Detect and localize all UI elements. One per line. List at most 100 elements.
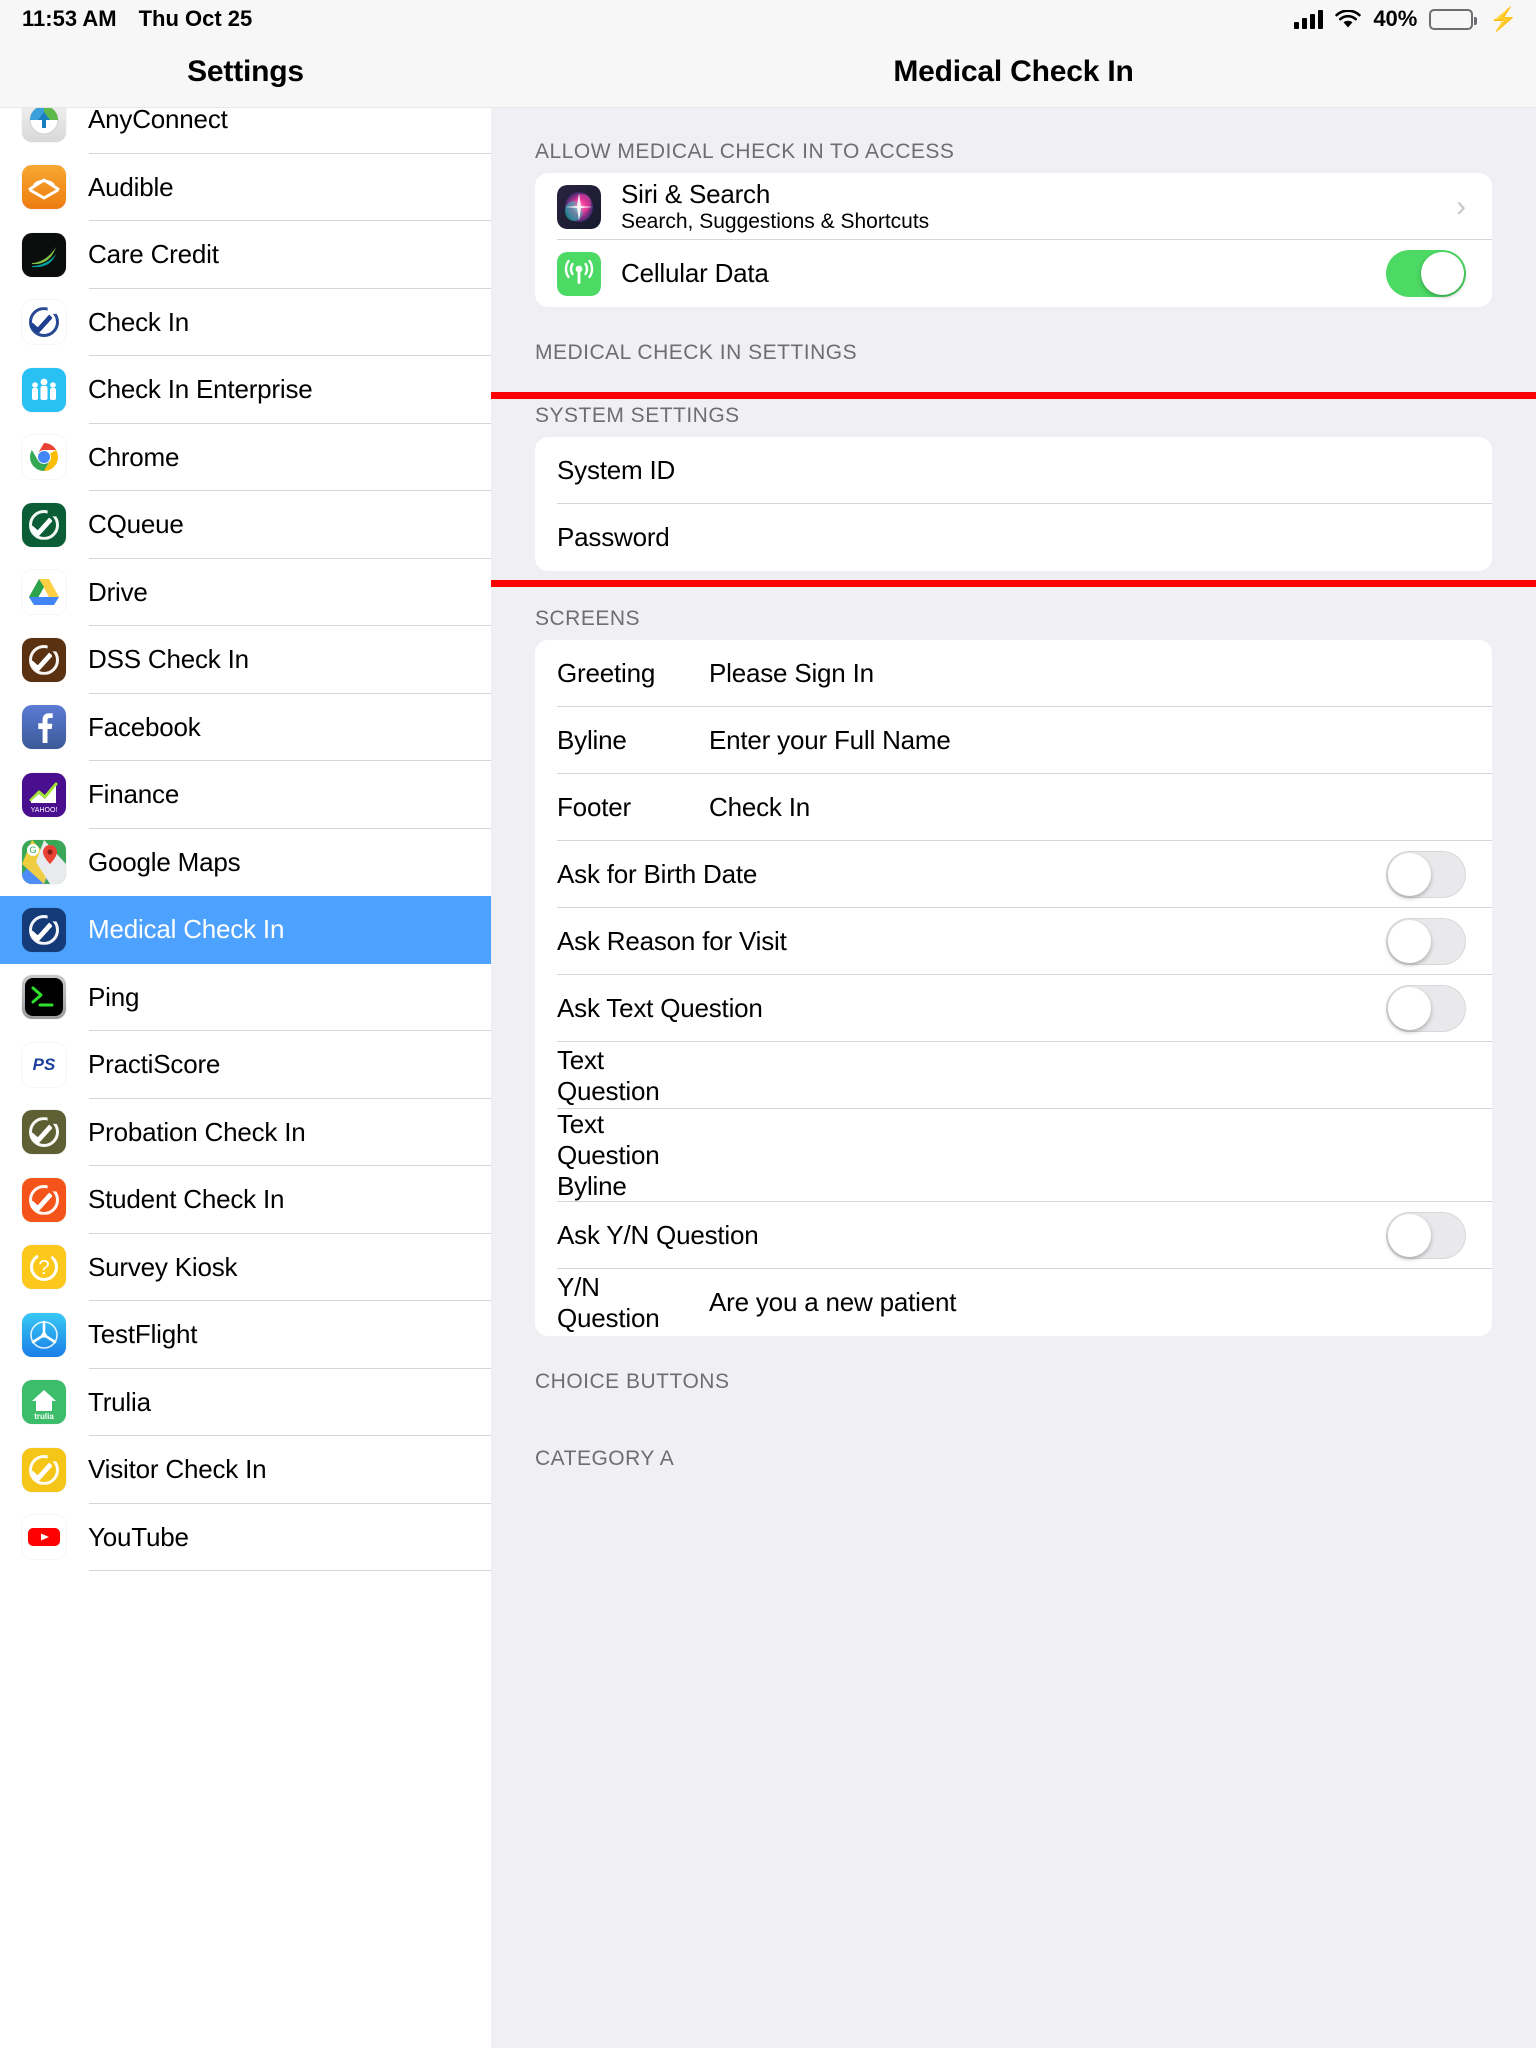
- sidebar-item-drive[interactable]: Drive: [0, 558, 491, 626]
- status-time: 11:53 AM: [22, 6, 117, 31]
- survey-kiosk-app-icon: ?: [22, 1245, 66, 1290]
- sidebar-item-google-maps[interactable]: G Google Maps: [0, 828, 491, 896]
- sidebar-item-label: DSS Check In: [88, 644, 249, 675]
- sidebar-list[interactable]: AnyConnect Audible Care Credit Check In Chec…: [0, 86, 491, 1571]
- google-maps-app-icon: G: [22, 840, 66, 885]
- row-greeting[interactable]: Greeting Please Sign In: [535, 640, 1492, 707]
- medical-check-in-app-icon: [22, 907, 66, 952]
- sidebar-item-student-check-in[interactable]: Student Check In: [0, 1166, 491, 1234]
- row-ask-text-question[interactable]: Ask Text Question: [535, 975, 1492, 1042]
- chevron-right-icon: ›: [1456, 189, 1466, 223]
- row-ask-y-n-question-toggle[interactable]: [1386, 1212, 1466, 1259]
- section-allow-access: ALLOW MEDICAL CHECK IN TO ACCESS Siri & …: [491, 140, 1536, 307]
- system-id-label: System ID: [557, 455, 676, 485]
- sidebar-item-finance[interactable]: YAHOO! Finance: [0, 761, 491, 829]
- siri-icon: [557, 184, 601, 229]
- sidebar-item-label: Google Maps: [88, 846, 241, 877]
- settings-sidebar[interactable]: Settings AnyConnect Audible Care Credit Che…: [0, 0, 491, 2048]
- svg-text:YAHOO!: YAHOO!: [31, 807, 58, 814]
- chrome-app-icon: [22, 435, 66, 480]
- row-ask-y-n-question[interactable]: Ask Y/N Question: [535, 1202, 1492, 1269]
- screens-row-label: Ask Text Question: [557, 993, 763, 1023]
- cellular-data-toggle[interactable]: [1386, 250, 1466, 297]
- status-bar-right: 40% ⚡: [1294, 6, 1536, 32]
- sidebar-item-label: Check In: [88, 306, 190, 337]
- sidebar-item-testflight[interactable]: TestFlight: [0, 1301, 491, 1369]
- row-ask-for-birth-date[interactable]: Ask for Birth Date: [535, 841, 1492, 908]
- sidebar-item-label: Care Credit: [88, 239, 219, 270]
- sidebar-item-chrome[interactable]: Chrome: [0, 423, 491, 491]
- sidebar-item-ping[interactable]: Ping: [0, 963, 491, 1031]
- yahoo-finance-app-icon: YAHOO!: [22, 772, 66, 817]
- screens-row-label: Ask Y/N Question: [557, 1220, 759, 1250]
- trulia-app-icon: trulia: [22, 1380, 66, 1425]
- cellular-signal-icon: [1294, 9, 1324, 29]
- sidebar-item-facebook[interactable]: Facebook: [0, 693, 491, 761]
- screens-row-value[interactable]: Check In: [709, 792, 810, 823]
- sidebar-title: Settings: [187, 55, 304, 88]
- sidebar-item-label: Finance: [88, 779, 180, 810]
- screens-row-label: Greeting: [557, 658, 656, 688]
- sidebar-item-survey-kiosk[interactable]: ? Survey Kiosk: [0, 1233, 491, 1301]
- screens-row-value[interactable]: Please Sign In: [709, 658, 874, 689]
- sidebar-item-practiscore[interactable]: PS PractiScore: [0, 1031, 491, 1099]
- sidebar-item-dss-check-in[interactable]: DSS Check In: [0, 626, 491, 694]
- screens-row-value[interactable]: Enter your Full Name: [709, 725, 951, 756]
- row-ask-text-question-toggle[interactable]: [1386, 985, 1466, 1032]
- row-text-question[interactable]: Text Question: [535, 1042, 1492, 1109]
- detail-body[interactable]: ALLOW MEDICAL CHECK IN TO ACCESS Siri & …: [491, 108, 1536, 2048]
- screens-row-label: Ask for Birth Date: [557, 859, 758, 889]
- sidebar-item-trulia[interactable]: trulia Trulia: [0, 1368, 491, 1436]
- allow-access-header: ALLOW MEDICAL CHECK IN TO ACCESS: [535, 140, 955, 163]
- row-password[interactable]: Password: [535, 504, 1492, 571]
- row-system-id[interactable]: System ID: [535, 437, 1492, 504]
- youtube-app-icon: [22, 1515, 66, 1560]
- system-settings-card: System ID Password: [535, 437, 1492, 571]
- sidebar-item-label: Audible: [88, 171, 174, 202]
- sidebar-item-visitor-check-in[interactable]: Visitor Check In: [0, 1436, 491, 1504]
- row-footer[interactable]: Footer Check In: [535, 774, 1492, 841]
- cellular-data-icon: [557, 251, 601, 296]
- check-in-app-icon: [22, 300, 66, 345]
- audible-app-icon: [22, 165, 66, 210]
- medical-check-in-settings-header: MEDICAL CHECK IN SETTINGS: [535, 341, 858, 364]
- section-screens: SCREENS Greeting Please Sign In Byline Ente…: [491, 607, 1536, 1336]
- sidebar-item-label: Survey Kiosk: [88, 1251, 238, 1282]
- row-ask-reason-for-visit-toggle[interactable]: [1386, 918, 1466, 965]
- sidebar-item-check-in[interactable]: Check In: [0, 288, 491, 356]
- screens-row-label: Y/N Question: [557, 1271, 660, 1333]
- care-credit-app-icon: [22, 232, 66, 277]
- svg-text:PS: PS: [33, 1055, 56, 1074]
- svg-text:?: ?: [38, 1257, 49, 1279]
- sidebar-item-cqueue[interactable]: CQueue: [0, 491, 491, 559]
- row-siri-and-search[interactable]: Siri & Search Search, Suggestions & Shor…: [535, 173, 1492, 240]
- svg-text:G: G: [29, 845, 36, 855]
- sidebar-item-label: Medical Check In: [88, 914, 285, 945]
- detail-pane: Medical Check In ALLOW MEDICAL CHECK IN …: [491, 0, 1536, 2048]
- sidebar-item-youtube[interactable]: YouTube: [0, 1503, 491, 1571]
- google-drive-app-icon: [22, 570, 66, 615]
- sidebar-item-label: Ping: [88, 981, 140, 1012]
- practiscore-app-icon: PS: [22, 1042, 66, 1087]
- screens-row-value[interactable]: Are you a new patient: [709, 1287, 956, 1318]
- sidebar-item-label: AnyConnect: [88, 104, 228, 135]
- row-y-n-question[interactable]: Y/N Question Are you a new patient: [535, 1269, 1492, 1336]
- sidebar-item-label: Chrome: [88, 441, 180, 472]
- sidebar-item-label: CQueue: [88, 509, 184, 540]
- screens-row-label: Text Question: [557, 1044, 660, 1106]
- row-byline[interactable]: Byline Enter your Full Name: [535, 707, 1492, 774]
- sidebar-item-care-credit[interactable]: Care Credit: [0, 221, 491, 289]
- row-ask-reason-for-visit[interactable]: Ask Reason for Visit: [535, 908, 1492, 975]
- sidebar-item-label: Drive: [88, 576, 148, 607]
- sidebar-item-probation-check-in[interactable]: Probation Check In: [0, 1098, 491, 1166]
- cqueue-app-icon: [22, 502, 66, 547]
- row-text-question-byline[interactable]: Text Question Byline: [535, 1109, 1492, 1202]
- sidebar-item-audible[interactable]: Audible: [0, 153, 491, 221]
- section-choice-buttons: CHOICE BUTTONS: [491, 1370, 1536, 1403]
- sidebar-item-label: Check In Enterprise: [88, 374, 313, 405]
- row-cellular-data[interactable]: Cellular Data: [535, 240, 1492, 307]
- sidebar-item-medical-check-in[interactable]: Medical Check In: [0, 896, 491, 964]
- row-ask-for-birth-date-toggle[interactable]: [1386, 851, 1466, 898]
- sidebar-item-check-in-enterprise[interactable]: Check In Enterprise: [0, 356, 491, 424]
- section-medical-check-in-settings: MEDICAL CHECK IN SETTINGS: [491, 341, 1536, 374]
